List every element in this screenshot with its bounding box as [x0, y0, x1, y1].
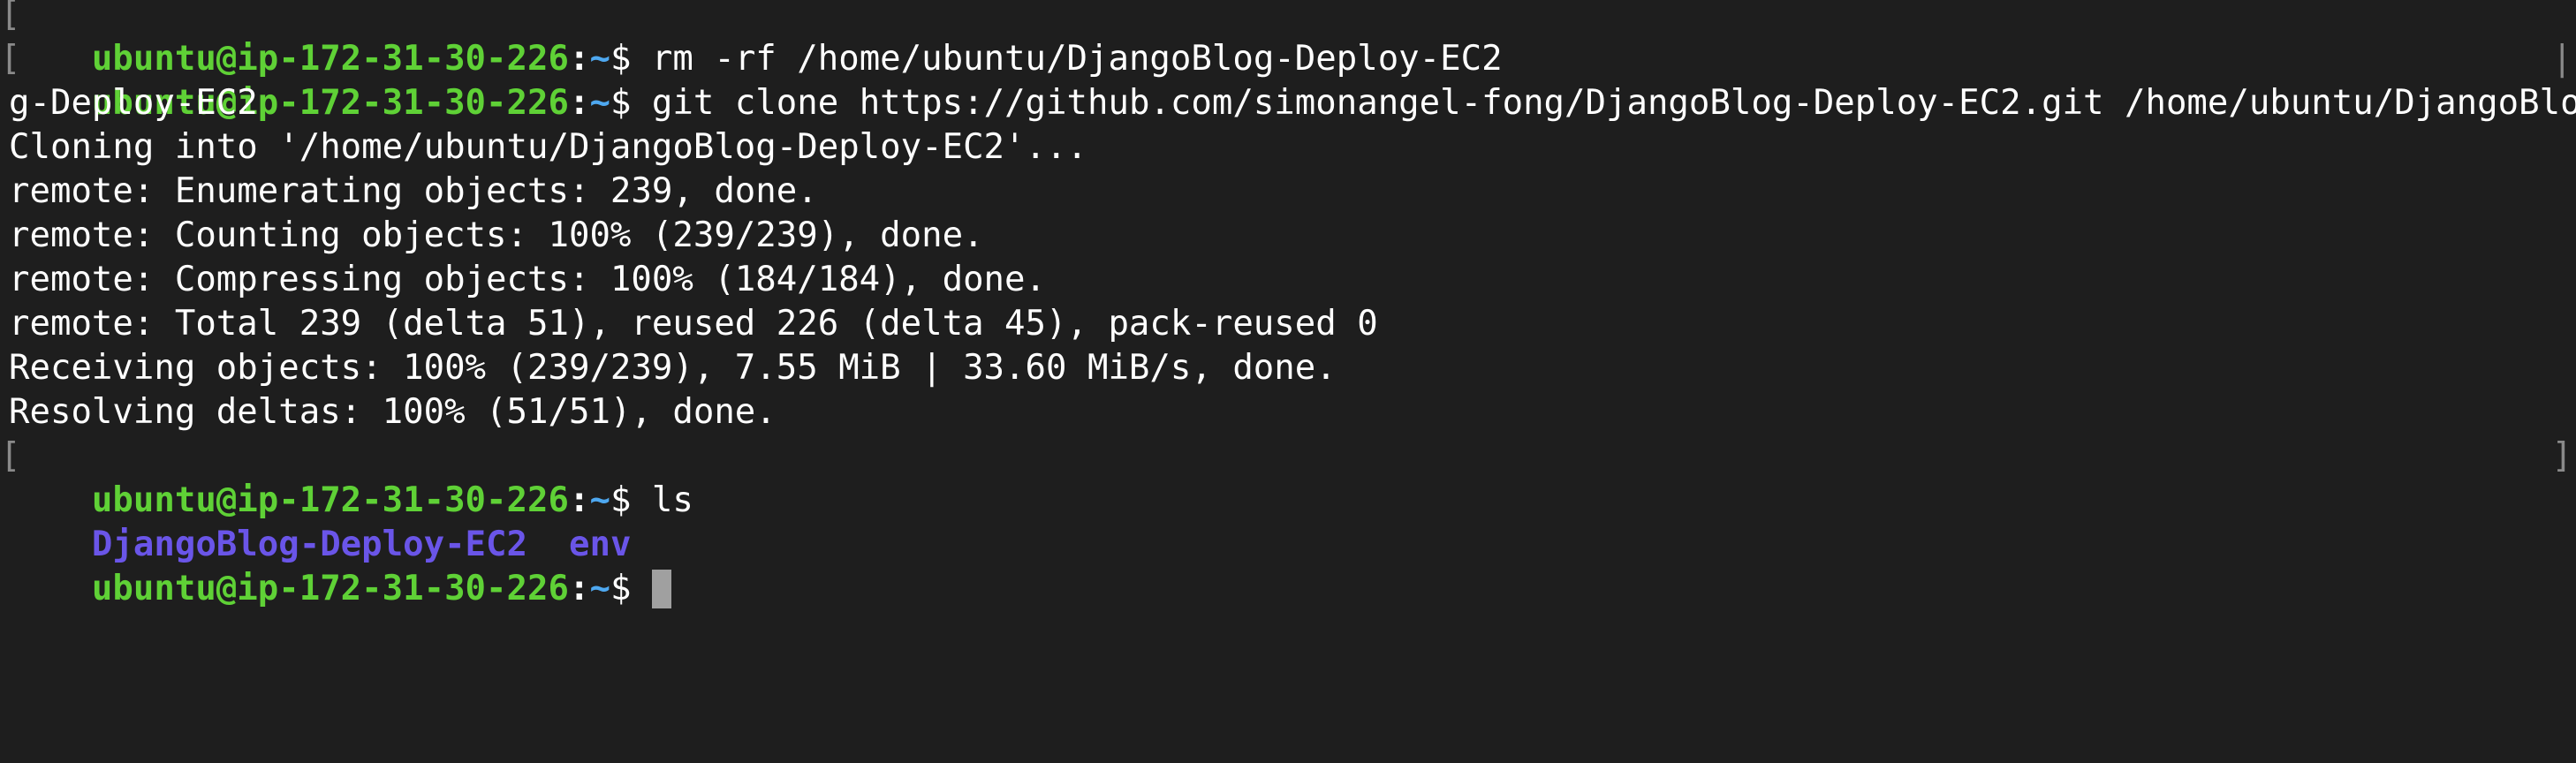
prompt-separator: : — [568, 569, 590, 608]
prompt-path: ~ — [589, 569, 610, 608]
terminal-line-command: ubuntu@ip-172-31-30-226:~$ git clone htt… — [9, 37, 2576, 123]
terminal-listing-line: DjangoBlog-Deploy-EC2 env — [9, 479, 2576, 564]
text-cursor[interactable] — [651, 570, 671, 608]
terminal-output-line: remote: Total 239 (delta 51), reused 226… — [9, 304, 1378, 344]
terminal-line-command: ubuntu@ip-172-31-30-226:~$ rm -rf /home/… — [9, 0, 2576, 79]
terminal-line-command: ubuntu@ip-172-31-30-226:~$ ls — [9, 434, 2576, 520]
mark-bracket: [ — [0, 39, 21, 79]
prompt-user-host: ubuntu@ip-172-31-30-226 — [91, 569, 569, 608]
terminal-output-line: Cloning into '/home/ubuntu/DjangoBlog-De… — [9, 127, 1087, 167]
prompt-symbol: $ — [610, 569, 652, 608]
mark-bracket: [ — [0, 436, 21, 476]
terminal-output-line: remote: Counting objects: 100% (239/239)… — [9, 215, 984, 255]
terminal-output-line: remote: Compressing objects: 100% (184/1… — [9, 260, 1046, 299]
terminal-output-line: Receiving objects: 100% (239/239), 7.55 … — [9, 348, 1337, 388]
mark-bracket-right: | — [2551, 39, 2572, 79]
terminal-output-line: Resolving deltas: 100% (51/51), done. — [9, 392, 777, 432]
terminal-current-prompt[interactable]: ubuntu@ip-172-31-30-226:~$ — [9, 523, 2576, 608]
terminal-window[interactable]: [ ubuntu@ip-172-31-30-226:~$ rm -rf /hom… — [0, 0, 2576, 763]
terminal-output-line: g-Deploy-EC2 — [9, 83, 258, 123]
mark-bracket: [ — [0, 0, 21, 34]
terminal-output-line: remote: Enumerating objects: 239, done. — [9, 171, 818, 211]
mark-bracket-right: ] — [2551, 436, 2572, 476]
